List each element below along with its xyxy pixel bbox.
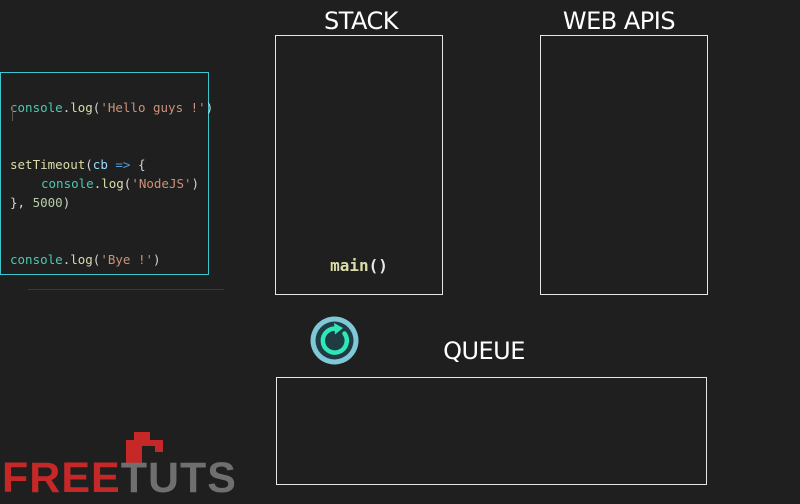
code-line-nodejs: console.log('NodeJS') bbox=[41, 176, 199, 192]
web-apis-panel bbox=[540, 35, 708, 295]
stack-frame-parens: () bbox=[368, 256, 388, 275]
queue-panel bbox=[276, 377, 707, 485]
code-line-bye: console.log('Bye !') bbox=[10, 252, 161, 268]
divider bbox=[28, 289, 224, 290]
code-line-hello: console.log('Hello guys !') bbox=[10, 100, 213, 116]
code-token: 'Hello guys !' bbox=[100, 100, 206, 115]
stack-frame-name: main bbox=[330, 256, 369, 275]
freetuts-logo: FREETUTS bbox=[2, 432, 235, 500]
indent-guide bbox=[12, 105, 13, 121]
code-token: ) bbox=[191, 176, 200, 191]
logo-text: FREETUTS bbox=[2, 454, 235, 500]
code-token: cb bbox=[92, 157, 108, 172]
code-line-timeout-close: }, 5000) bbox=[10, 195, 70, 211]
stack-title: STACK bbox=[323, 7, 399, 35]
code-token: 'NodeJS' bbox=[131, 176, 192, 191]
code-token: 'Bye !' bbox=[100, 252, 154, 267]
code-token: ( bbox=[85, 157, 93, 172]
code-token: ) bbox=[153, 252, 161, 267]
code-token: { bbox=[130, 157, 146, 172]
code-token: ) bbox=[205, 100, 214, 115]
code-token: console bbox=[10, 100, 63, 115]
code-token: ) bbox=[62, 195, 71, 210]
queue-title: QUEUE bbox=[443, 337, 525, 365]
web-apis-title: WEB APIS bbox=[562, 7, 676, 35]
code-token: console bbox=[41, 176, 94, 191]
code-token: 5000 bbox=[32, 195, 63, 210]
refresh-icon bbox=[310, 316, 359, 365]
code-token: log bbox=[70, 100, 93, 115]
code-token: log bbox=[70, 252, 93, 267]
code-line-settimeout: setTimeout(cb => { bbox=[10, 157, 146, 173]
code-token: console bbox=[10, 252, 63, 267]
code-token: setTimeout bbox=[10, 157, 86, 172]
code-token: }, bbox=[10, 195, 33, 210]
code-token: => bbox=[107, 157, 131, 172]
stack-frame-main: main() bbox=[276, 256, 442, 276]
code-token: log bbox=[101, 176, 124, 191]
